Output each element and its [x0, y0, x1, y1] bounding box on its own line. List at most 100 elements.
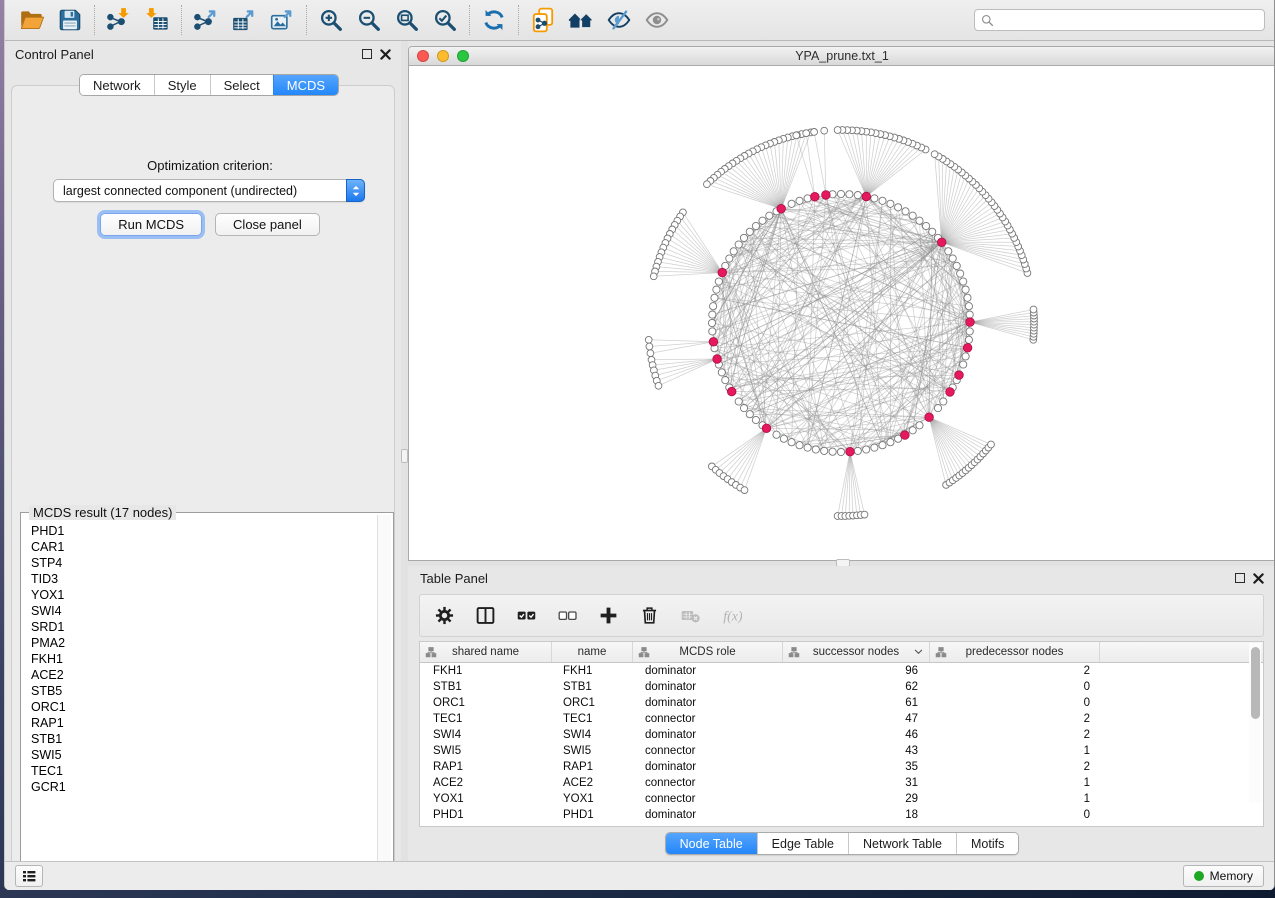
open-file-button[interactable]: [13, 3, 51, 37]
mcds-node-item[interactable]: RAP1: [23, 715, 375, 731]
close-panel-icon[interactable]: [380, 49, 391, 60]
cell-mcds-role: dominator: [633, 729, 783, 741]
mcds-node-item[interactable]: PHD1: [23, 523, 375, 539]
export-table-button[interactable]: [225, 3, 263, 37]
uncheck-all-button[interactable]: [555, 604, 579, 628]
table-row[interactable]: RAP1RAP1dominator352: [420, 759, 1263, 775]
mcds-node-item[interactable]: TEC1: [23, 763, 375, 779]
table-row[interactable]: SWI4SWI4dominator462: [420, 727, 1263, 743]
mcds-node-item[interactable]: STP4: [23, 555, 375, 571]
import-network-icon: [106, 7, 132, 33]
export-network-button[interactable]: [187, 3, 225, 37]
close-panel-button[interactable]: Close panel: [215, 213, 320, 236]
trash-button[interactable]: [637, 604, 661, 628]
mcds-result-scrollbar[interactable]: [377, 515, 391, 881]
table-row[interactable]: PHD1PHD1dominator180: [420, 807, 1263, 823]
tab-edge-table[interactable]: Edge Table: [757, 833, 848, 854]
check-all-button[interactable]: [514, 604, 538, 628]
mcds-node-item[interactable]: STB5: [23, 683, 375, 699]
mcds-node-item[interactable]: STB1: [23, 731, 375, 747]
network-titlebar[interactable]: YPA_prune.txt_1: [409, 47, 1275, 66]
tab-network[interactable]: Network: [80, 75, 154, 95]
tab-style[interactable]: Style: [154, 75, 210, 95]
node-table: shared namenameMCDS role successor nodes p…: [419, 641, 1264, 827]
table-row[interactable]: ORC1ORC1dominator610: [420, 695, 1263, 711]
mcds-node-item[interactable]: ACE2: [23, 667, 375, 683]
open-file-icon: [19, 7, 45, 33]
float-panel-icon[interactable]: [1235, 573, 1245, 583]
splitter-grab-icon[interactable]: [401, 449, 408, 463]
table-row[interactable]: FKH1FKH1dominator962: [420, 663, 1263, 679]
tab-select[interactable]: Select: [210, 75, 273, 95]
network-graph[interactable]: [409, 66, 1275, 561]
mcds-node-item[interactable]: CAR1: [23, 539, 375, 555]
search-input[interactable]: [998, 13, 1258, 27]
refresh-button[interactable]: [475, 3, 513, 37]
save-session-button[interactable]: [51, 3, 89, 37]
tab-node-table[interactable]: Node Table: [666, 833, 757, 854]
tab-motifs[interactable]: Motifs: [956, 833, 1018, 854]
refresh-icon: [481, 7, 507, 33]
table-scrollbar[interactable]: [1249, 643, 1261, 803]
control-tabbar: NetworkStyleSelectMCDS: [79, 74, 339, 96]
table-row[interactable]: YOX1YOX1connector291: [420, 791, 1263, 807]
table-row[interactable]: STB1STB1dominator620: [420, 679, 1263, 695]
zoom-selected-button[interactable]: [426, 3, 464, 37]
memory-button[interactable]: Memory: [1183, 865, 1264, 887]
export-network-icon: [193, 7, 219, 33]
mcds-node-item[interactable]: SWI5: [23, 747, 375, 763]
tab-mcds[interactable]: MCDS: [273, 75, 338, 95]
column-header-name[interactable]: name: [552, 642, 633, 662]
home-button[interactable]: [562, 3, 600, 37]
zoom-fit-button[interactable]: [388, 3, 426, 37]
cell-name: SWI5: [552, 745, 633, 757]
task-history-button[interactable]: [15, 865, 43, 887]
mcds-node-item[interactable]: FKH1: [23, 651, 375, 667]
close-panel-icon[interactable]: [1253, 573, 1264, 584]
mcds-node-item[interactable]: PMA2: [23, 635, 375, 651]
run-mcds-button[interactable]: Run MCDS: [100, 213, 202, 236]
fx-button[interactable]: f(x): [719, 604, 743, 628]
status-bar: Memory: [5, 861, 1274, 890]
sort-desc-icon: [914, 649, 923, 655]
mcds-node-item[interactable]: YOX1: [23, 587, 375, 603]
add-button[interactable]: [596, 604, 620, 628]
export-image-button[interactable]: [263, 3, 301, 37]
delete-table-column-button[interactable]: [678, 604, 702, 628]
columns-button[interactable]: [473, 604, 497, 628]
column-label: successor nodes: [813, 646, 899, 658]
hide-selected-button[interactable]: [600, 3, 638, 37]
tab-network-table[interactable]: Network Table: [848, 833, 956, 854]
mcds-node-item[interactable]: ORC1: [23, 699, 375, 715]
scrollbar-thumb[interactable]: [1251, 647, 1260, 719]
mcds-node-item[interactable]: TID3: [23, 571, 375, 587]
mcds-result-list: PHD1CAR1STP4TID3YOX1SWI4SRD1PMA2FKH1ACE2…: [23, 523, 375, 881]
table-row[interactable]: SWI5SWI5connector431: [420, 743, 1263, 759]
table-row[interactable]: ACE2ACE2connector311: [420, 775, 1263, 791]
mcds-node-item[interactable]: SRD1: [23, 619, 375, 635]
cell-mcds-role: connector: [633, 745, 783, 757]
optimization-select[interactable]: largest connected component (undirected): [53, 179, 365, 202]
zoom-selected-icon: [432, 7, 458, 33]
column-header-mcds-role[interactable]: MCDS role: [633, 642, 783, 662]
clone-network-button[interactable]: [524, 3, 562, 37]
column-header-successor-nodes[interactable]: successor nodes: [783, 642, 930, 662]
mcds-node-item[interactable]: SWI4: [23, 603, 375, 619]
cell-mcds-role: connector: [633, 777, 783, 789]
gear-button[interactable]: [432, 604, 456, 628]
search-box[interactable]: [974, 9, 1265, 31]
toolbar-buttons: [13, 0, 676, 40]
import-network-button[interactable]: [100, 3, 138, 37]
vertical-splitter[interactable]: [401, 41, 408, 861]
float-panel-icon[interactable]: [362, 49, 372, 59]
cell-shared-name: ORC1: [420, 697, 552, 709]
zoom-out-button[interactable]: [350, 3, 388, 37]
zoom-in-icon: [318, 7, 344, 33]
zoom-in-button[interactable]: [312, 3, 350, 37]
column-header-predecessor-nodes[interactable]: predecessor nodes: [930, 642, 1100, 662]
column-header-shared-name[interactable]: shared name: [420, 642, 552, 662]
table-row[interactable]: TEC1TEC1connector472: [420, 711, 1263, 727]
import-table-button[interactable]: [138, 3, 176, 37]
show-all-button[interactable]: [638, 3, 676, 37]
mcds-node-item[interactable]: GCR1: [23, 779, 375, 795]
